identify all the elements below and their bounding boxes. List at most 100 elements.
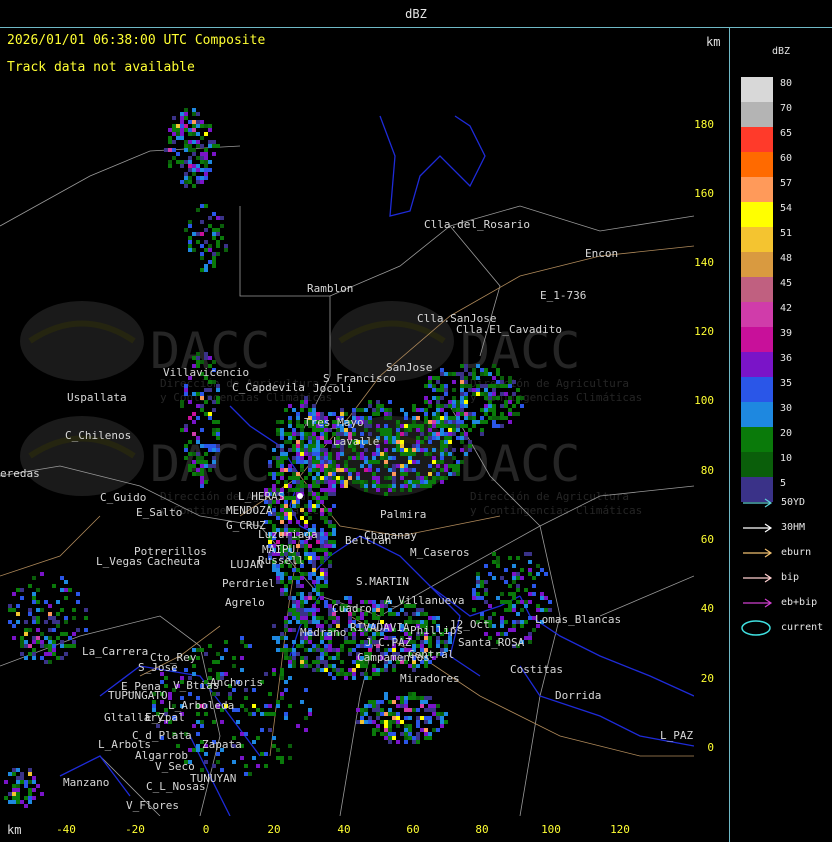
echo-pixel	[200, 168, 204, 172]
echo-pixel	[312, 552, 316, 556]
echo-pixel	[300, 508, 304, 512]
echo-pixel	[196, 112, 200, 116]
echo-pixel	[320, 532, 324, 536]
echo-pixel	[368, 400, 372, 404]
echo-pixel	[224, 244, 228, 248]
echo-pixel	[424, 716, 428, 720]
echo-pixel	[512, 608, 516, 612]
echo-pixel	[456, 416, 460, 420]
echo-pixel	[488, 392, 492, 396]
echo-pixel	[164, 676, 168, 680]
echo-pixel	[328, 560, 332, 564]
place-label: Russell	[258, 554, 304, 567]
echo-pixel	[192, 412, 196, 416]
echo-pixel	[216, 692, 220, 696]
echo-pixel	[432, 388, 436, 392]
echo-pixel	[300, 616, 304, 620]
echo-pixel	[212, 232, 216, 236]
echo-pixel	[208, 160, 212, 164]
echo-pixel	[208, 464, 212, 468]
echo-pixel	[424, 412, 428, 416]
echo-pixel	[384, 440, 388, 444]
echo-pixel	[192, 112, 196, 116]
echo-pixel	[40, 608, 44, 612]
echo-pixel	[204, 480, 208, 484]
place-label: Agrelo	[225, 596, 265, 609]
echo-pixel	[220, 720, 224, 724]
echo-pixel	[292, 472, 296, 476]
echo-pixel	[188, 240, 192, 244]
y-tick-label: 40	[700, 602, 714, 615]
echo-pixel	[416, 440, 420, 444]
echo-pixel	[432, 436, 436, 440]
echo-pixel	[388, 488, 392, 492]
echo-pixel	[508, 604, 512, 608]
echo-pixel	[476, 392, 480, 396]
echo-pixel	[280, 580, 284, 584]
echo-pixel	[460, 436, 464, 440]
echo-pixel	[396, 712, 400, 716]
echo-pixel	[20, 652, 24, 656]
echo-pixel	[156, 724, 160, 728]
echo-pixel	[208, 168, 212, 172]
echo-pixel	[188, 244, 192, 248]
radar-map[interactable]: DACC DACC DACC DACC Dirección de Agricul…	[0, 56, 695, 817]
echo-pixel	[304, 556, 308, 560]
echo-pixel	[284, 480, 288, 484]
echo-pixel	[304, 572, 308, 576]
echo-pixel	[320, 572, 324, 576]
echo-pixel	[432, 396, 436, 400]
echo-pixel	[492, 384, 496, 388]
echo-pixel	[400, 484, 404, 488]
echo-pixel	[212, 408, 216, 412]
place-label: A_Villanueva	[385, 594, 464, 607]
echo-pixel	[280, 452, 284, 456]
echo-pixel	[312, 596, 316, 600]
echo-pixel	[200, 360, 204, 364]
echo-pixel	[400, 464, 404, 468]
echo-pixel	[208, 140, 212, 144]
echo-pixel	[288, 420, 292, 424]
radar-map-panel[interactable]: DACC DACC DACC DACC Dirección de Agricul…	[0, 56, 695, 817]
place-label: C_Capdevila	[232, 381, 305, 394]
place-label: V_Seco	[155, 760, 195, 773]
radar-site-marker[interactable]	[297, 493, 303, 499]
echo-pixel	[296, 520, 300, 524]
echo-pixel	[352, 648, 356, 652]
echo-pixel	[8, 792, 12, 796]
echo-pixel	[508, 628, 512, 632]
echo-pixel	[312, 432, 316, 436]
echo-pixel	[168, 692, 172, 696]
echo-pixel	[420, 484, 424, 488]
echo-pixel	[220, 236, 224, 240]
echo-pixel	[168, 128, 172, 132]
echo-pixel	[376, 480, 380, 484]
echo-pixel	[324, 468, 328, 472]
echo-pixel	[204, 452, 208, 456]
echo-pixel	[204, 352, 208, 356]
echo-pixel	[516, 612, 520, 616]
echo-pixel	[428, 440, 432, 444]
echo-pixel	[356, 480, 360, 484]
echo-pixel	[424, 732, 428, 736]
echo-pixel	[424, 400, 428, 404]
echo-pixel	[484, 420, 488, 424]
echo-pixel	[524, 588, 528, 592]
echo-pixel	[376, 488, 380, 492]
x-unit-label: km	[7, 823, 22, 837]
echo-pixel	[332, 616, 336, 620]
echo-pixel	[24, 804, 28, 808]
dacc-logo-icon	[20, 301, 144, 381]
echo-pixel	[276, 512, 280, 516]
echo-pixel	[48, 636, 52, 640]
echo-pixel	[384, 696, 388, 700]
echo-pixel	[440, 724, 444, 728]
echo-pixel	[448, 436, 452, 440]
echo-pixel	[440, 408, 444, 412]
echo-pixel	[484, 368, 488, 372]
echo-pixel	[520, 404, 524, 408]
place-label: Miradores	[400, 672, 460, 685]
echo-pixel	[380, 708, 384, 712]
echo-pixel	[312, 484, 316, 488]
echo-pixel	[496, 596, 500, 600]
